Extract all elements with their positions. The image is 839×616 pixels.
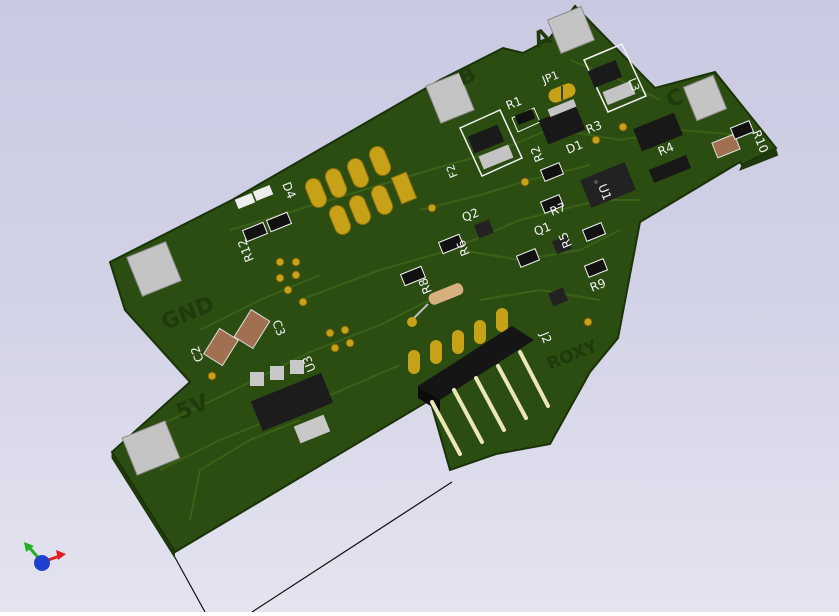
3d-viewer-viewport[interactable]: A B C GND 5V JP1 L3 F2 R1 R2 D1 R3 R4 R1… [0, 0, 839, 613]
orientation-axes-widget[interactable] [24, 542, 66, 571]
pcb-3d-render: A B C GND 5V JP1 L3 F2 R1 R2 D1 R3 R4 R1… [24, 4, 779, 613]
z-axis-ball [34, 555, 50, 571]
